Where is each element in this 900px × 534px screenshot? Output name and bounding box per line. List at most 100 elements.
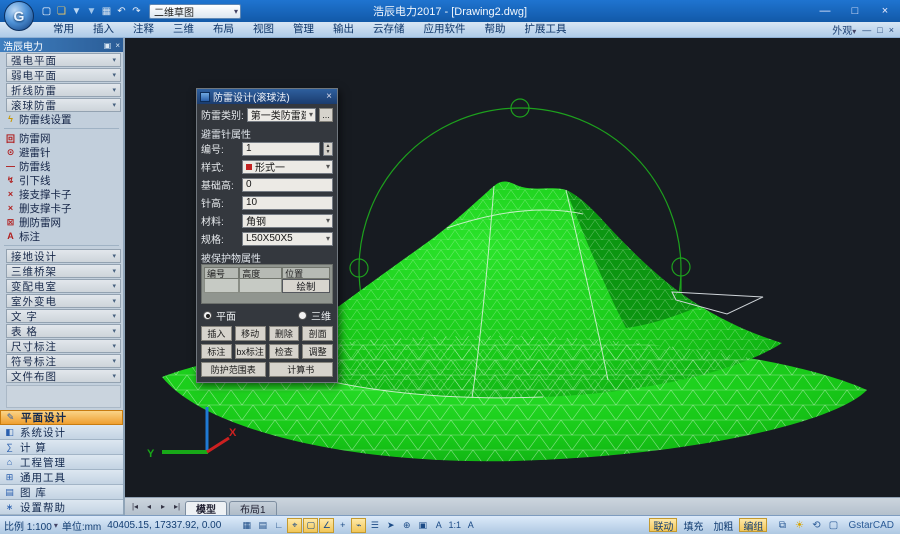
spec-select[interactable]: L50X50X5 (242, 232, 333, 246)
ribbon-tab[interactable]: 云存储 (364, 22, 414, 37)
dialog-button[interactable]: 计算书 (269, 362, 334, 377)
palette-group[interactable]: 弱电平面 (6, 68, 121, 82)
close-button[interactable]: × (870, 0, 900, 22)
ribbon-tab[interactable]: 注释 (124, 22, 163, 37)
dialog-button[interactable]: bx标注 (235, 344, 266, 359)
palette-tool[interactable]: × 接支撑卡子 (0, 187, 123, 201)
status-icon[interactable]: ☰ (367, 518, 382, 533)
palette-group[interactable]: 滚球防雷 (6, 98, 121, 112)
palette-group[interactable]: 尺寸标注 (6, 339, 121, 353)
status-icon[interactable]: + (335, 518, 350, 533)
palette-tool[interactable]: ↯ 引下线 (0, 173, 123, 187)
status-icon[interactable]: ▣ (415, 518, 430, 533)
status-toggle[interactable]: 加粗 (709, 518, 737, 532)
model-tab[interactable]: 模型 (185, 501, 227, 516)
status-icon[interactable]: 1:1 (447, 518, 462, 533)
status-icon[interactable]: ➤ (383, 518, 398, 533)
palette-group[interactable]: 文件布图 (6, 369, 121, 383)
prev-tab-icon[interactable]: ◂ (143, 502, 155, 511)
app-window-icon[interactable]: ⧉ (775, 518, 789, 532)
lightning-line-settings[interactable]: ϟ 防雷线设置 (0, 112, 123, 126)
material-select[interactable]: 角钢 (242, 214, 333, 228)
status-icon[interactable]: ▢ (303, 518, 318, 533)
number-spinner[interactable]: ▲▼ (323, 142, 333, 156)
first-tab-icon[interactable]: |◂ (129, 502, 141, 511)
mode-item[interactable]: ◧ 系统设计 (0, 425, 123, 440)
app-logo[interactable]: G (4, 1, 34, 31)
appearance-menu[interactable]: 外观 (832, 22, 856, 37)
mode-item[interactable]: ⊞ 通用工具 (0, 470, 123, 485)
doc-minimize-button[interactable]: — (862, 25, 871, 35)
palette-tool[interactable]: — 防雷线 (0, 159, 123, 173)
ribbon-tab[interactable]: 帮助 (476, 22, 515, 37)
ribbon-tab[interactable]: 视图 (244, 22, 283, 37)
lamp-icon[interactable]: ☀ (792, 518, 806, 532)
dialog-button[interactable]: 删除 (269, 326, 300, 341)
ribbon-tab[interactable]: 输出 (324, 22, 363, 37)
plane-radio[interactable] (203, 311, 212, 320)
pin-icon[interactable]: ▣ (104, 41, 112, 50)
dialog-button[interactable]: 标注 (201, 344, 232, 359)
pin-height-input[interactable]: 10 (242, 196, 333, 210)
ribbon-tab[interactable]: 三维 (164, 22, 203, 37)
ribbon-tab[interactable]: 应用软件 (415, 22, 475, 37)
status-icon[interactable]: ▦ (239, 518, 254, 533)
mode-item[interactable]: ⌂ 工程管理 (0, 455, 123, 470)
palette-group[interactable]: 三维桥架 (6, 264, 121, 278)
status-toggle[interactable]: 编组 (739, 518, 767, 532)
palette-group[interactable]: 接地设计 (6, 249, 121, 263)
palette-group[interactable]: 表 格 (6, 324, 121, 338)
draw-button[interactable]: 绘制 (282, 279, 330, 293)
status-toggle[interactable]: 填充 (679, 518, 707, 532)
palette-tool[interactable]: ⊙ 避雷针 (0, 145, 123, 159)
mode-item[interactable]: ∑ 计 算 (0, 440, 123, 455)
palette-group[interactable]: 文 字 (6, 309, 121, 323)
doc-close-button[interactable]: × (889, 25, 894, 35)
palette-group[interactable]: 室外变电 (6, 294, 121, 308)
palette-tool[interactable]: × 删支撑卡子 (0, 201, 123, 215)
status-icon[interactable]: ∠ (319, 518, 334, 533)
palette-tool[interactable]: A 标注 (0, 229, 123, 243)
status-icon[interactable]: A (463, 518, 478, 533)
mode-item[interactable]: ▤ 图 库 (0, 485, 123, 500)
doc-restore-button[interactable]: □ (877, 25, 882, 35)
minimize-button[interactable]: — (810, 0, 840, 22)
dialog-close-icon[interactable]: × (324, 91, 334, 102)
three-d-radio[interactable] (298, 311, 307, 320)
next-tab-icon[interactable]: ▸ (157, 502, 169, 511)
palette-tool[interactable]: 回 防雷网 (0, 131, 123, 145)
status-icon[interactable]: ∟ (271, 518, 286, 533)
scale-select[interactable]: 比例 1:100 (4, 518, 58, 533)
clean-screen-icon[interactable]: ⟲ (809, 518, 823, 532)
maximize-button[interactable]: □ (840, 0, 870, 22)
ribbon-tab[interactable]: 管理 (284, 22, 323, 37)
ribbon-tab[interactable]: 常用 (44, 22, 83, 37)
dialog-button[interactable]: 防护范围表 (201, 362, 266, 377)
palette-close-icon[interactable]: × (115, 41, 120, 50)
category-select[interactable]: 第一类防雷建筑 (247, 108, 316, 122)
ribbon-tab[interactable]: 布局 (204, 22, 243, 37)
dialog-button[interactable]: 剖面 (302, 326, 333, 341)
palette-group[interactable]: 强电平面 (6, 53, 121, 67)
number-input[interactable]: 1 (242, 142, 320, 156)
layout1-tab[interactable]: 布局1 (229, 501, 277, 516)
fullscreen-icon[interactable]: ▢ (826, 518, 840, 532)
workspace-select[interactable]: 二维草图 (149, 4, 241, 19)
mode-item[interactable]: ∗ 设置帮助 (0, 500, 123, 515)
last-tab-icon[interactable]: ▸| (171, 502, 183, 511)
dialog-button[interactable]: 插入 (201, 326, 232, 341)
style-select[interactable]: 形式一 (242, 160, 333, 174)
dialog-button[interactable]: 调整 (302, 344, 333, 359)
status-icon[interactable]: ▤ (255, 518, 270, 533)
palette-group[interactable]: 符号标注 (6, 354, 121, 368)
status-toggle[interactable]: 联动 (649, 518, 677, 532)
table-cell[interactable] (204, 279, 239, 293)
dialog-title-bar[interactable]: 防雷设计(滚球法) × (197, 89, 337, 104)
ribbon-tab[interactable]: 插入 (84, 22, 123, 37)
ribbon-tab[interactable]: 扩展工具 (516, 22, 576, 37)
mode-item[interactable]: ✎ 平面设计 (0, 410, 123, 425)
table-cell[interactable] (239, 279, 282, 293)
status-icon[interactable]: A (431, 518, 446, 533)
base-height-input[interactable]: 0 (242, 178, 333, 192)
status-icon[interactable]: ⌖ (287, 518, 302, 533)
